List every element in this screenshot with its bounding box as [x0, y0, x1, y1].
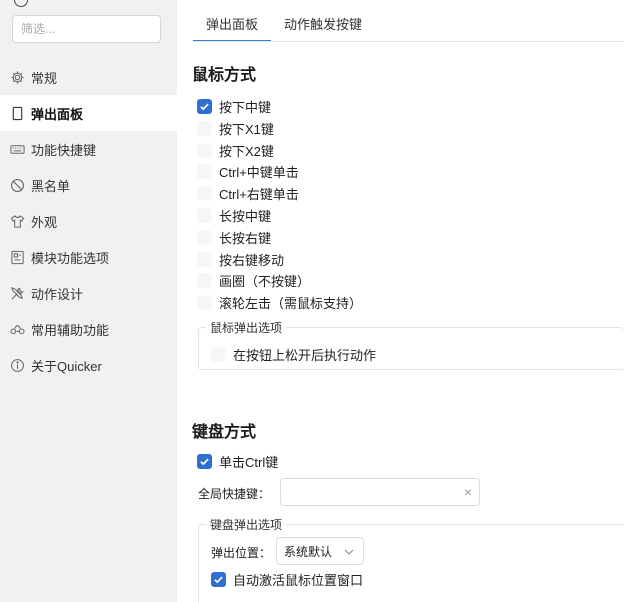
shirt-icon [9, 213, 25, 229]
checkbox-label: 滚轮左击（需鼠标支持） [219, 295, 363, 311]
global-hotkey-input[interactable]: × [280, 478, 480, 506]
check-icon [200, 103, 209, 110]
mouse-option-checkbox[interactable]: 按下中键 [197, 96, 271, 116]
sidebar-item-label: 关于Quicker [31, 358, 102, 374]
checkbox-box[interactable] [197, 453, 212, 469]
checkbox-box[interactable] [197, 272, 212, 288]
keyboard-popup-options-title: 键盘弹出选项 [206, 516, 287, 533]
checkbox-box[interactable] [197, 207, 212, 223]
mouse-option-checkbox[interactable]: 长按右键 [197, 227, 271, 247]
sidebar-item-general[interactable]: 常规 [0, 59, 177, 95]
checkbox-label: Ctrl+中键单击 [219, 164, 299, 180]
select-value: 系统默认 [284, 544, 333, 559]
module-icon [9, 249, 25, 265]
mouse-popup-options-title: 鼠标弹出选项 [206, 319, 287, 336]
sidebar-item-label: 动作设计 [31, 286, 84, 302]
tab-action-trigger-keys[interactable]: 动作触发按键 [271, 9, 375, 41]
mouse-option-checkbox[interactable]: 按右键移动 [197, 249, 284, 269]
sidebar-item-action-design[interactable]: 动作设计 [0, 275, 177, 311]
sidebar-item-label: 模块功能选项 [31, 250, 110, 266]
checkbox-label: 长按右键 [219, 230, 272, 246]
checkbox-box[interactable] [197, 185, 212, 201]
sidebar-item-label: 外观 [31, 214, 58, 230]
popup-position-label: 弹出位置： [211, 546, 272, 560]
checkbox-box[interactable] [197, 251, 212, 267]
gear-icon [9, 69, 25, 85]
sidebar-item-module-options[interactable]: 模块功能选项 [0, 239, 177, 275]
accessibility-icon [9, 321, 25, 337]
keyboard-popup-options-group: 键盘弹出选项 [198, 516, 624, 602]
checkbox-label: 自动激活鼠标位置窗口 [233, 572, 364, 588]
checkbox-label: Ctrl+右键单击 [219, 186, 299, 202]
sidebar-item-blacklist[interactable]: 黑名单 [0, 167, 177, 203]
keyboard-icon [9, 141, 25, 157]
keyboard-section-title: 键盘方式 [192, 424, 257, 441]
check-icon [214, 576, 223, 583]
sidebar-item-label: 黑名单 [31, 178, 71, 194]
auto-activate-window-checkbox[interactable]: 自动激活鼠标位置窗口 [211, 569, 363, 589]
sidebar-item-label: 功能快捷键 [31, 142, 97, 158]
info-icon [9, 357, 25, 373]
settings-window: 常规 弹出面板 功能快捷键 黑名单 [0, 0, 624, 602]
checkbox-label: 按下X1键 [219, 121, 274, 137]
sidebar: 常规 弹出面板 功能快捷键 黑名单 [0, 0, 177, 602]
checkbox-box[interactable] [211, 571, 226, 587]
mouse-option-checkbox[interactable]: 滚轮左击（需鼠标支持） [197, 292, 362, 312]
checkbox-box[interactable] [197, 294, 212, 310]
sidebar-item-popup-panel[interactable]: 弹出面板 [0, 95, 177, 131]
panel-icon [9, 105, 25, 121]
sidebar-item-about[interactable]: 关于Quicker [0, 347, 177, 383]
checkbox-label: 画圈（不按键） [219, 273, 311, 289]
checkbox-box[interactable] [197, 120, 212, 136]
mouse-option-checkbox[interactable]: Ctrl+中键单击 [197, 161, 299, 181]
main-content: 弹出面板 动作触发按键 鼠标方式 按下中键按下X1键按下X2键 Ctrl+中键单击… [177, 0, 624, 602]
checkbox-label: 按右键移动 [219, 252, 285, 268]
mouse-option-checkbox[interactable]: Ctrl+右键单击 [197, 183, 299, 203]
sidebar-item-label: 常规 [31, 70, 58, 86]
sidebar-item-hotkeys[interactable]: 功能快捷键 [0, 131, 177, 167]
prohibit-icon [9, 177, 25, 193]
release-on-button-checkbox[interactable]: 在按钮上松开后执行动作 [211, 344, 376, 364]
clear-icon[interactable]: × [464, 484, 472, 500]
checkbox-label: 按下中键 [219, 99, 272, 115]
app-logo-icon [14, 0, 28, 7]
checkbox-box[interactable] [197, 229, 212, 245]
mouse-section-title: 鼠标方式 [192, 67, 257, 84]
checkbox-label: 单击Ctrl键 [219, 454, 279, 470]
sidebar-item-label: 弹出面板 [31, 106, 84, 122]
mouse-option-checkbox[interactable]: 画圈（不按键） [197, 270, 310, 290]
tab-divider [193, 41, 624, 42]
tab-popup-panel[interactable]: 弹出面板 [193, 9, 272, 42]
checkbox-box[interactable] [211, 346, 226, 362]
checkbox-box[interactable] [197, 163, 212, 179]
tab-bar: 弹出面板 动作触发按键 [193, 9, 375, 42]
mouse-option-checkbox[interactable]: 按下X1键 [197, 118, 274, 138]
sidebar-item-label: 常用辅助功能 [31, 322, 110, 338]
mouse-option-checkbox[interactable]: 按下X2键 [197, 140, 274, 160]
checkbox-label: 长按中键 [219, 208, 272, 224]
mouse-option-checkbox[interactable]: 长按中键 [197, 205, 271, 225]
chevron-down-icon [344, 549, 354, 555]
global-hotkey-label: 全局快捷键： [198, 487, 271, 501]
sidebar-item-appearance[interactable]: 外观 [0, 203, 177, 239]
filter-input[interactable] [12, 15, 161, 43]
popup-position-select[interactable]: 系统默认 [276, 537, 364, 565]
checkbox-label: 按下X2键 [219, 143, 274, 159]
checkbox-box[interactable] [197, 98, 212, 114]
tools-icon [9, 285, 25, 301]
single-ctrl-checkbox[interactable]: 单击Ctrl键 [197, 451, 278, 471]
sidebar-nav: 常规 弹出面板 功能快捷键 黑名单 外观 模块功能选项 动作设计 常用辅助功能 … [0, 59, 177, 383]
checkbox-label: 在按钮上松开后执行动作 [233, 347, 377, 363]
sidebar-item-accessibility[interactable]: 常用辅助功能 [0, 311, 177, 347]
checkbox-box[interactable] [197, 142, 212, 158]
check-icon [200, 458, 209, 465]
